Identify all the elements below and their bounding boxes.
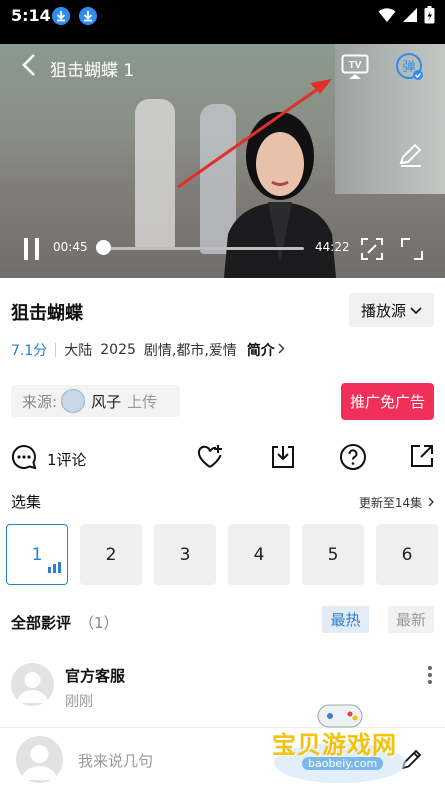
- region: 大陆: [64, 343, 93, 359]
- watermark: 宝贝游戏网 baobeiy.com: [268, 703, 418, 785]
- avatar: [16, 736, 63, 783]
- share-button[interactable]: [409, 443, 435, 473]
- avatar: [11, 663, 54, 706]
- episodes-heading: 选集: [11, 493, 42, 511]
- playing-bars-icon: [48, 558, 62, 578]
- episode-number: 2: [105, 544, 117, 565]
- help-button[interactable]: [339, 443, 367, 475]
- screenshot-button[interactable]: [360, 237, 384, 265]
- current-time: 00:45: [53, 240, 88, 254]
- comment-bubble-icon: [11, 444, 37, 474]
- download-button[interactable]: [269, 443, 297, 475]
- video-title: 狙击蝴蝶 1: [50, 61, 135, 81]
- genres: 剧情,都市,爱情: [143, 343, 237, 359]
- year: 2025: [100, 342, 136, 358]
- episode-item[interactable]: 4: [228, 524, 290, 585]
- comment-count: 1评论: [47, 450, 87, 469]
- uploader-action: 上传: [127, 392, 158, 411]
- uploader-name: 风子: [91, 392, 122, 411]
- watermark-text: 宝贝游戏网: [272, 731, 397, 759]
- intro-link[interactable]: 简介: [247, 340, 275, 360]
- episode-number: 5: [327, 544, 339, 565]
- review-user: 官方客服: [65, 667, 126, 685]
- episode-item[interactable]: 1: [6, 524, 68, 585]
- chevron-right-icon: [278, 342, 285, 358]
- back-button[interactable]: [20, 52, 38, 82]
- reviews-title: 全部影评: [11, 614, 72, 632]
- status-bar: 5:14: [0, 0, 445, 32]
- cast-tv-label: TV: [349, 60, 362, 71]
- reviews-heading: 全部影评 （1）: [11, 612, 119, 633]
- fullscreen-button[interactable]: [400, 237, 424, 265]
- chevron-down-icon: [410, 301, 422, 319]
- show-meta: 7.1分 大陆 2025 剧情,都市,爱情 简介: [11, 340, 285, 360]
- promo-no-ads-button[interactable]: 推广免广告: [341, 383, 434, 420]
- episode-item[interactable]: 3: [154, 524, 216, 585]
- pause-button[interactable]: [22, 237, 42, 265]
- danmaku-edit-button[interactable]: [398, 142, 424, 172]
- review-time: 刚刚: [65, 694, 93, 710]
- video-player[interactable]: 狙击蝴蝶 1 TV 弹 00:45 44:22: [0, 32, 445, 278]
- more-options-icon[interactable]: [427, 665, 433, 689]
- sort-hot-tab[interactable]: 最热: [322, 606, 369, 633]
- episode-number: 3: [179, 544, 191, 565]
- chevron-right-icon: [428, 496, 435, 510]
- reviews-count: （1）: [79, 614, 119, 632]
- uploader-chip[interactable]: 来源: 风子 上传: [11, 385, 180, 417]
- comment-input[interactable]: 我来说几句: [78, 750, 153, 771]
- episode-number: 1: [31, 544, 43, 565]
- comment-button[interactable]: 1评论: [11, 444, 87, 474]
- episodes-more-link[interactable]: 更新至14集: [359, 494, 435, 511]
- show-title: 狙击蝴蝶: [11, 303, 83, 324]
- signal-icon: [402, 7, 418, 27]
- action-row: 1评论: [0, 440, 445, 476]
- episode-item[interactable]: 6: [376, 524, 438, 585]
- uploader-avatar: [61, 389, 86, 413]
- episode-number: 6: [401, 544, 413, 565]
- download-notification-icon-2: [79, 7, 97, 25]
- favorite-add-button[interactable]: [196, 443, 224, 475]
- duration: 44:22: [315, 240, 350, 254]
- episode-number: 4: [253, 544, 265, 565]
- episodes-update-info: 更新至14集: [358, 496, 423, 510]
- seek-handle[interactable]: [95, 240, 111, 255]
- sort-new-tab[interactable]: 最新: [388, 606, 434, 633]
- play-source-dropdown[interactable]: 播放源: [349, 293, 434, 327]
- source-label: 来源:: [22, 392, 58, 411]
- download-notification-icon: [52, 7, 70, 25]
- score: 7.1分: [11, 343, 48, 359]
- play-source-label: 播放源: [360, 301, 406, 320]
- episode-list: 1 2 3 4 5 6: [6, 524, 438, 585]
- wifi-icon: [378, 7, 396, 27]
- danmaku-toggle-button[interactable]: 弹: [396, 52, 424, 86]
- status-time: 5:14: [11, 6, 51, 25]
- seek-bar[interactable]: [100, 247, 304, 250]
- episode-item[interactable]: 5: [302, 524, 364, 585]
- episode-item[interactable]: 2: [80, 524, 142, 585]
- watermark-url: baobeiy.com: [302, 757, 384, 770]
- battery-icon: [424, 6, 435, 28]
- cast-tv-button[interactable]: TV: [341, 54, 369, 84]
